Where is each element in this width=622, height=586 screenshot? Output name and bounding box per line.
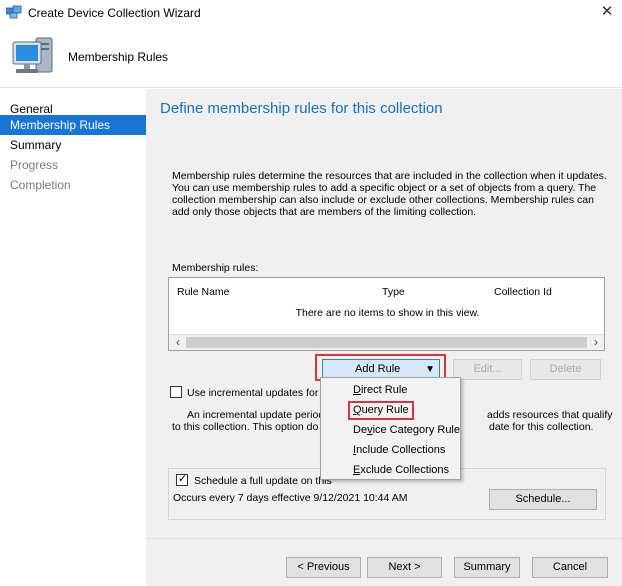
page-heading: Define membership rules for this collect… <box>160 100 443 117</box>
incremental-desc-right-2: date for this collection. <box>489 421 594 433</box>
scroll-right-icon[interactable]: › <box>588 335 604 351</box>
next-button[interactable]: Next > <box>367 557 442 578</box>
menu-item-exclude-collections[interactable]: Exclude Collections <box>321 460 460 480</box>
edit-button[interactable]: Edit... <box>453 359 522 380</box>
cancel-button[interactable]: Cancel <box>532 557 608 578</box>
delete-button[interactable]: Delete <box>530 359 601 380</box>
empty-list-message: There are no items to show in this view. <box>295 307 480 319</box>
incremental-desc-left-2: to this collection. This option do <box>172 421 319 433</box>
query-rule-highlight <box>348 401 414 420</box>
page-description: Membership rules determine the resources… <box>172 170 607 218</box>
direct-rule-mnemonic: D <box>353 384 361 396</box>
schedule-full-update-label: Schedule a full update on this <box>194 475 332 487</box>
scrollbar-thumb[interactable] <box>186 337 587 348</box>
step-progress: Progress <box>10 158 59 172</box>
summary-button[interactable]: Summary <box>454 557 520 578</box>
menu-item-device-category-rule[interactable]: Device Category Rule <box>321 420 460 440</box>
banner-title: Membership Rules <box>68 50 169 64</box>
title-bar: Create Device Collection Wizard ✕ <box>0 0 622 26</box>
schedule-button[interactable]: Schedule... <box>489 489 597 510</box>
footer-separator <box>146 538 622 539</box>
previous-button[interactable]: < Previous <box>286 557 361 578</box>
include-collections-label: nclude Collections <box>356 444 446 456</box>
incremental-updates-checkbox[interactable] <box>170 386 182 398</box>
step-summary: Summary <box>10 138 62 152</box>
computer-monitor-icon <box>12 37 53 73</box>
wizard-steps: General Membership Rules Summary Progres… <box>0 89 146 586</box>
column-type[interactable]: Type <box>382 286 405 298</box>
incremental-desc-left-1: An incremental update periodic <box>187 409 332 421</box>
membership-rules-label: Membership rules: <box>172 262 259 274</box>
membership-rules-list[interactable]: Rule Name Type Collection Id There are n… <box>168 277 605 351</box>
horizontal-scrollbar[interactable]: ‹ › <box>169 334 604 350</box>
window-title: Create Device Collection Wizard <box>28 6 201 20</box>
wizard-computers-icon <box>6 5 22 19</box>
step-membership-rules: Membership Rules <box>0 115 146 135</box>
schedule-summary: Occurs every 7 days effective 9/12/2021 … <box>173 492 408 504</box>
close-icon[interactable]: ✕ <box>592 0 622 24</box>
wizard-banner: Membership Rules <box>0 26 622 88</box>
device-category-prefix: De <box>353 424 368 436</box>
direct-rule-label: irect Rule <box>360 384 408 396</box>
exclude-collections-label: xclude Collections <box>360 464 449 476</box>
step-completion: Completion <box>10 178 71 192</box>
device-category-label: ice Category Rule <box>372 424 460 436</box>
column-collection-id[interactable]: Collection Id <box>494 286 552 298</box>
incremental-updates-label: Use incremental updates for this <box>187 387 338 399</box>
column-rule-name[interactable]: Rule Name <box>177 286 230 298</box>
incremental-desc-right-1: adds resources that qualify <box>487 409 613 421</box>
schedule-full-update-checkbox[interactable] <box>176 472 188 486</box>
add-rule-menu: Direct Rule Query Rule Device Category R… <box>320 377 461 480</box>
menu-item-direct-rule[interactable]: Direct Rule <box>321 380 460 400</box>
menu-item-include-collections[interactable]: Include Collections <box>321 440 460 460</box>
scroll-left-icon[interactable]: ‹ <box>170 335 186 351</box>
